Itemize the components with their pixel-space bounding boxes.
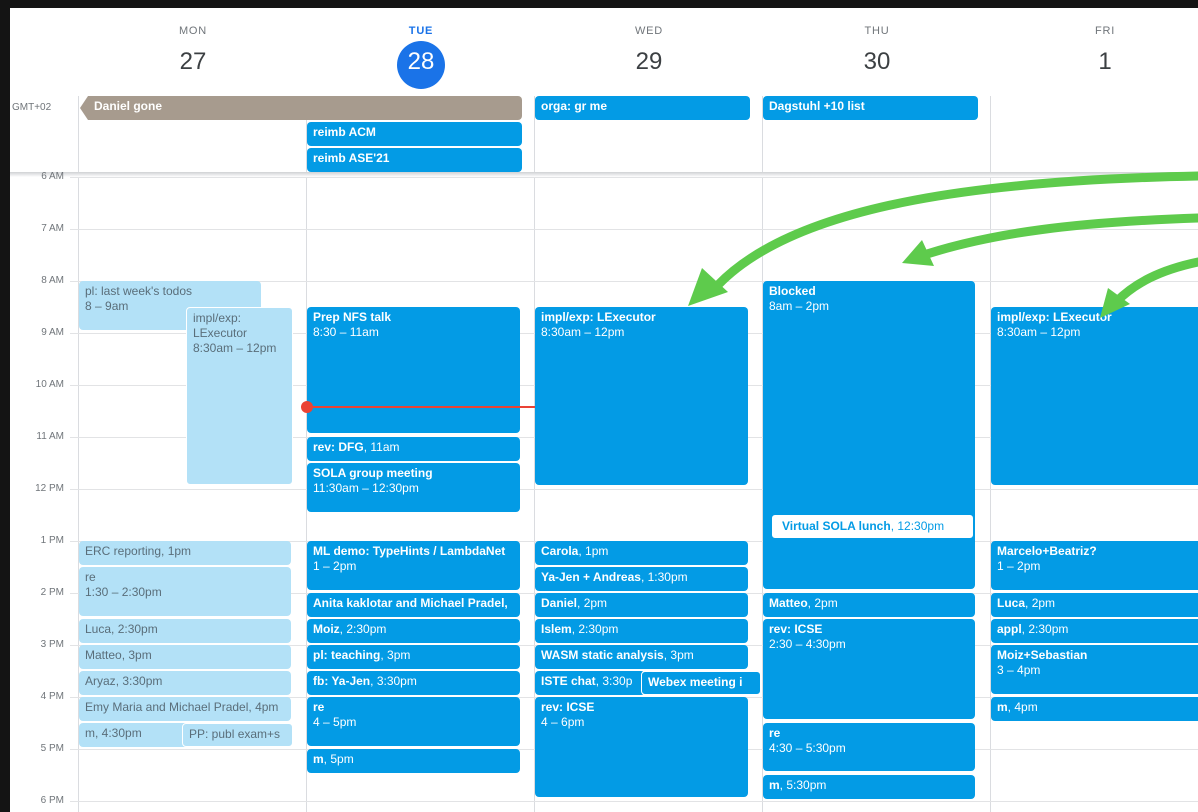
day-number-wed[interactable]: 29: [535, 48, 763, 76]
event-wed-carola[interactable]: Carola, 1pm: [535, 541, 748, 565]
day-name-mon[interactable]: MON: [79, 25, 307, 37]
event-thu-m[interactable]: m, 5:30pm: [763, 775, 975, 799]
event-thu-lunch[interactable]: Virtual SOLA lunch, 12:30pm: [771, 514, 974, 539]
event-mon-luca[interactable]: Luca, 2:30pm: [79, 619, 291, 643]
arrow-to-wed-impl: [713, 171, 1198, 290]
event-tue-moiz[interactable]: Moiz, 2:30pm: [307, 619, 520, 643]
day-number-mon[interactable]: 27: [79, 48, 307, 76]
hour-label: 8 AM: [41, 275, 64, 286]
event-wed-iste[interactable]: ISTE chat, 3:30p: [535, 671, 645, 695]
calendar-week-view: MON 27 TUE 28 WED 29 THU 30 FRI 1 GMT+02…: [0, 0, 1198, 812]
arrow-to-fri-impl: [1111, 257, 1198, 307]
current-time-line: [307, 406, 535, 408]
hour-label: 6 PM: [40, 795, 64, 806]
screen-border-left: [0, 0, 10, 812]
hour-label: 11 AM: [36, 431, 64, 442]
day-name-thu[interactable]: THU: [763, 25, 991, 37]
event-wed-daniel[interactable]: Daniel, 2pm: [535, 593, 748, 617]
event-fri-marcelo[interactable]: Marcelo+Beatriz? 1 – 2pm: [991, 541, 1198, 590]
event-tue-pl[interactable]: pl: teaching, 3pm: [307, 645, 520, 669]
hour-label: 7 AM: [41, 223, 64, 234]
hour-label: 2 PM: [40, 587, 64, 598]
arrow-to-thu-blocked: [910, 213, 1198, 263]
event-wed-impl[interactable]: impl/exp: LExecutor 8:30am – 12pm: [535, 307, 748, 485]
hour-label: 3 PM: [40, 639, 64, 650]
event-wed-webex[interactable]: Webex meeting i: [641, 671, 761, 695]
event-thu-blocked[interactable]: Blocked 8am – 2pm: [763, 281, 975, 589]
hour-label: 10 AM: [35, 379, 64, 390]
day-name-tue[interactable]: TUE: [307, 25, 535, 37]
event-mon-emy[interactable]: Emy Maria and Michael Pradel, 4pm: [79, 697, 291, 721]
day-name-wed[interactable]: WED: [535, 25, 763, 37]
event-tue-sola[interactable]: SOLA group meeting 11:30am – 12:30pm: [307, 463, 520, 512]
event-tue-rev[interactable]: rev: DFG, 11am: [307, 437, 520, 461]
hour-label: 12 PM: [35, 483, 64, 494]
allday-event-reimb-acm[interactable]: reimb ACM: [307, 122, 522, 146]
allday-event-orga[interactable]: orga: gr me: [535, 96, 750, 120]
arrowhead-thu: [902, 240, 934, 266]
event-fri-moiz[interactable]: Moiz+Sebastian 3 – 4pm: [991, 645, 1198, 694]
event-tue-m[interactable]: m, 5pm: [307, 749, 520, 773]
event-tue-fb[interactable]: fb: Ya-Jen, 3:30pm: [307, 671, 520, 695]
current-time-dot: [301, 401, 313, 413]
event-mon-pp[interactable]: PP: publ exam+s: [182, 723, 293, 747]
event-wed-rev[interactable]: rev: ICSE 4 – 6pm: [535, 697, 748, 797]
event-thu-rev[interactable]: rev: ICSE 2:30 – 4:30pm: [763, 619, 975, 719]
arrowhead-wed: [688, 268, 728, 306]
hour-label: 4 PM: [40, 691, 64, 702]
hour-label: 6 AM: [41, 171, 64, 182]
event-mon-aryaz[interactable]: Aryaz, 3:30pm: [79, 671, 291, 695]
event-tue-re[interactable]: re 4 – 5pm: [307, 697, 520, 746]
hour-label: 1 PM: [40, 535, 64, 546]
timezone-label: GMT+02: [12, 102, 52, 113]
event-thu-matteo[interactable]: Matteo, 2pm: [763, 593, 975, 617]
event-mon-re[interactable]: re 1:30 – 2:30pm: [79, 567, 291, 616]
allday-event-reimb-ase[interactable]: reimb ASE'21: [307, 148, 522, 172]
day-number-fri[interactable]: 1: [991, 48, 1198, 76]
event-wed-wasm[interactable]: WASM static analysis, 3pm: [535, 645, 748, 669]
screen-border-top: [0, 0, 1198, 8]
day-name-fri[interactable]: FRI: [991, 25, 1198, 37]
event-wed-islem[interactable]: Islem, 2:30pm: [535, 619, 748, 643]
event-thu-re[interactable]: re 4:30 – 5:30pm: [763, 723, 975, 771]
hour-label: 9 AM: [41, 327, 64, 338]
event-mon-impl[interactable]: impl/exp: LExecutor 8:30am – 12pm: [186, 307, 293, 485]
event-tue-anita[interactable]: Anita kaklotar and Michael Pradel,: [307, 593, 520, 617]
event-mon-matteo[interactable]: Matteo, 3pm: [79, 645, 291, 669]
event-wed-yajen[interactable]: Ya-Jen + Andreas, 1:30pm: [535, 567, 748, 591]
day-number-thu[interactable]: 30: [763, 48, 991, 76]
event-tue-prep[interactable]: Prep NFS talk 8:30 – 11am: [307, 307, 520, 433]
hour-label: 5 PM: [40, 743, 64, 754]
event-fri-m[interactable]: m, 4pm: [991, 697, 1198, 721]
event-tue-ml[interactable]: ML demo: TypeHints / LambdaNet 1 – 2pm: [307, 541, 520, 590]
event-fri-luca[interactable]: Luca, 2pm: [991, 593, 1198, 617]
event-mon-erc[interactable]: ERC reporting, 1pm: [79, 541, 291, 565]
day-number-tue[interactable]: 28: [307, 48, 535, 76]
allday-event-dagstuhl[interactable]: Dagstuhl +10 list: [763, 96, 978, 120]
event-fri-impl[interactable]: impl/exp: LExecutor 8:30am – 12pm: [991, 307, 1198, 485]
event-fri-appl[interactable]: appl, 2:30pm: [991, 619, 1198, 643]
banner-continue-arrow: [80, 96, 88, 120]
allday-event-daniel-gone[interactable]: Daniel gone: [88, 96, 522, 120]
